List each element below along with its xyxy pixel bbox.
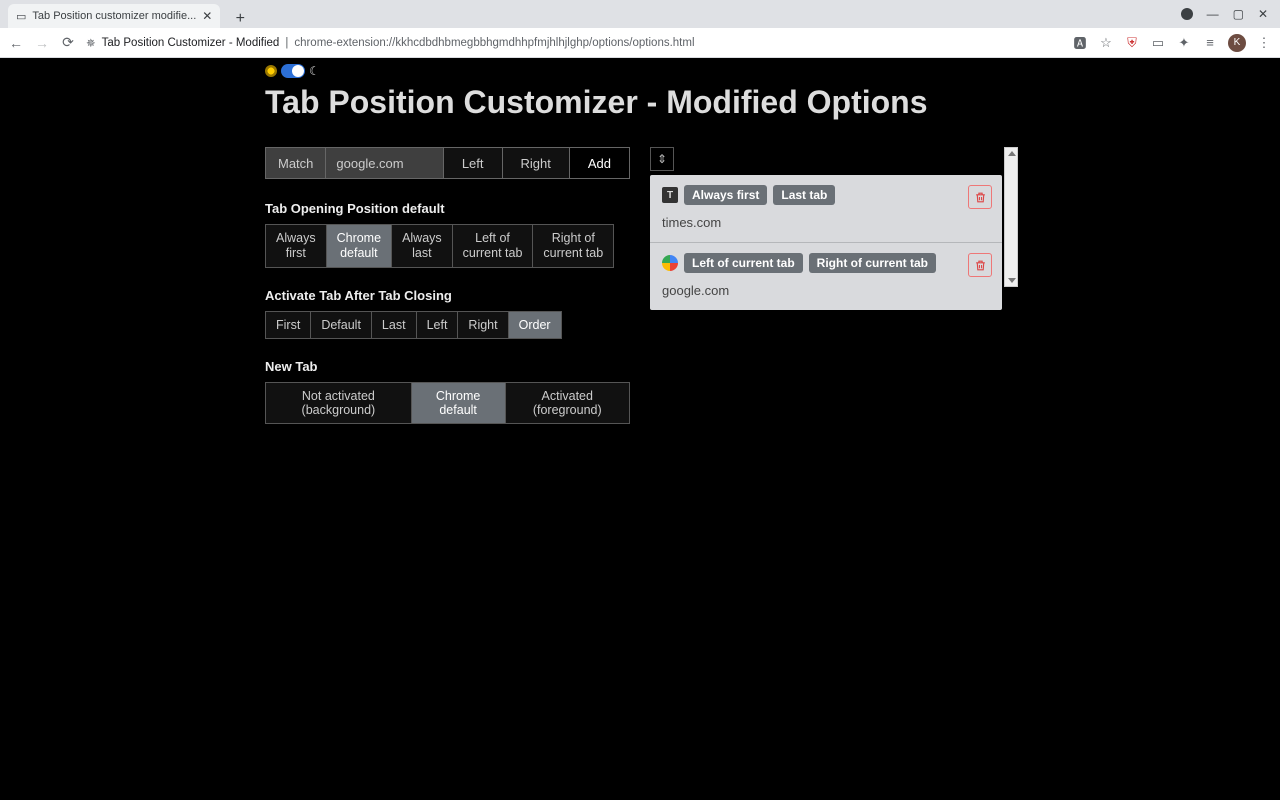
rule-item: Left of current tab Right of current tab… <box>650 243 1002 310</box>
newtab-opt-1[interactable]: Chrome default <box>411 382 505 424</box>
newtab-title: New Tab <box>265 359 630 374</box>
closing-opt-3[interactable]: Left <box>416 311 458 339</box>
closing-opt-4[interactable]: Right <box>457 311 507 339</box>
account-indicator-icon[interactable] <box>1181 8 1193 20</box>
match-left-button[interactable]: Left <box>443 147 502 179</box>
closing-opt-5[interactable]: Order <box>508 311 562 339</box>
rule-pill[interactable]: Always first <box>684 185 767 205</box>
newtab-options: Not activated (background) Chrome defaul… <box>265 382 630 424</box>
rule-pill[interactable]: Right of current tab <box>809 253 936 273</box>
page-heading: Tab Position Customizer - Modified Optio… <box>265 84 1265 121</box>
sort-handle[interactable]: ⇕ <box>650 147 674 171</box>
match-row: Match Left Right Add <box>265 147 630 179</box>
newtab-opt-0[interactable]: Not activated (background) <box>265 382 411 424</box>
opening-opt-0[interactable]: Alwaysfirst <box>265 224 326 268</box>
address-bar[interactable]: ✵ Tab Position Customizer - Modified | c… <box>86 36 1062 50</box>
closing-opt-2[interactable]: Last <box>371 311 416 339</box>
menu-icon[interactable]: ⋮ <box>1256 35 1272 51</box>
panel-icon[interactable]: ▭ <box>1150 35 1166 51</box>
delete-rule-button[interactable] <box>968 185 992 209</box>
newtab-opt-2[interactable]: Activated (foreground) <box>505 382 631 424</box>
match-input-wrapper <box>325 147 442 179</box>
settings-column: Match Left Right Add Tab Opening Positio… <box>265 147 630 444</box>
rules-column: ⇕ T Always first Last tab times.com Left… <box>650 147 1030 310</box>
page-title-chip: Tab Position Customizer - Modified <box>102 37 280 49</box>
sun-icon <box>265 65 277 77</box>
theme-toggle-row: ☾ <box>265 64 1265 78</box>
opening-opt-3[interactable]: Left ofcurrent tab <box>452 224 533 268</box>
match-input[interactable] <box>326 156 442 171</box>
opening-title: Tab Opening Position default <box>265 201 630 216</box>
match-add-button[interactable]: Add <box>569 147 630 179</box>
shield-icon[interactable]: ⛨ <box>1124 35 1140 51</box>
rules-scrollbar[interactable] <box>1004 147 1018 287</box>
closing-options: First Default Last Left Right Order <box>265 311 630 339</box>
page-url: chrome-extension://kkhcdbdhbmegbbhgmdhhp… <box>294 37 694 49</box>
toolbar-actions: 🅰 ☆ ⛨ ▭ ✦ ≡ K ⋮ <box>1072 34 1272 52</box>
minimize-button[interactable]: — <box>1207 7 1219 21</box>
reload-button[interactable]: ⟳ <box>60 34 76 51</box>
translate-icon[interactable]: 🅰 <box>1072 35 1088 51</box>
window-controls: — ▢ ✕ <box>1169 0 1280 28</box>
close-tab-icon[interactable]: ✕ <box>202 9 212 23</box>
closing-opt-1[interactable]: Default <box>310 311 371 339</box>
delete-rule-button[interactable] <box>968 253 992 277</box>
rules-panel: T Always first Last tab times.com Left o… <box>650 175 1002 310</box>
bookmark-icon[interactable]: ☆ <box>1098 35 1114 51</box>
moon-icon: ☾ <box>309 64 320 78</box>
reading-list-icon[interactable]: ≡ <box>1202 35 1218 51</box>
trash-icon <box>974 259 987 272</box>
opening-opt-4[interactable]: Right ofcurrent tab <box>532 224 614 268</box>
tab-favicon: ▭ <box>16 10 26 23</box>
match-right-button[interactable]: Right <box>502 147 569 179</box>
new-tab-button[interactable]: + <box>228 10 252 28</box>
rule-favicon <box>662 255 678 271</box>
opening-opt-2[interactable]: Alwayslast <box>391 224 452 268</box>
close-window-button[interactable]: ✕ <box>1258 7 1268 21</box>
separator: | <box>285 37 288 49</box>
forward-button: → <box>34 35 50 51</box>
trash-icon <box>974 191 987 204</box>
back-button[interactable]: ← <box>8 35 24 51</box>
page-body: ☾ Tab Position Customizer - Modified Opt… <box>0 58 1280 800</box>
extensions-icon[interactable]: ✦ <box>1176 35 1192 51</box>
maximize-button[interactable]: ▢ <box>1233 7 1244 21</box>
rule-url: times.com <box>662 215 990 230</box>
opening-opt-1[interactable]: Chromedefault <box>326 224 391 268</box>
closing-title: Activate Tab After Tab Closing <box>265 288 630 303</box>
match-label: Match <box>265 147 325 179</box>
rule-pill[interactable]: Left of current tab <box>684 253 803 273</box>
browser-toolbar: ← → ⟳ ✵ Tab Position Customizer - Modifi… <box>0 28 1280 58</box>
opening-options: Alwaysfirst Chromedefault Alwayslast Lef… <box>265 224 630 268</box>
browser-tab[interactable]: ▭ Tab Position customizer modifie... ✕ <box>8 4 220 28</box>
extension-icon: ✵ <box>86 36 96 50</box>
rule-favicon: T <box>662 187 678 203</box>
tab-title: Tab Position customizer modifie... <box>32 10 196 22</box>
profile-avatar[interactable]: K <box>1228 34 1246 52</box>
rule-url: google.com <box>662 283 990 298</box>
rule-pill[interactable]: Last tab <box>773 185 835 205</box>
closing-opt-0[interactable]: First <box>265 311 310 339</box>
rule-item: T Always first Last tab times.com <box>650 175 1002 243</box>
browser-tabstrip: ▭ Tab Position customizer modifie... ✕ +… <box>0 0 1280 28</box>
dark-mode-toggle[interactable] <box>281 64 305 78</box>
